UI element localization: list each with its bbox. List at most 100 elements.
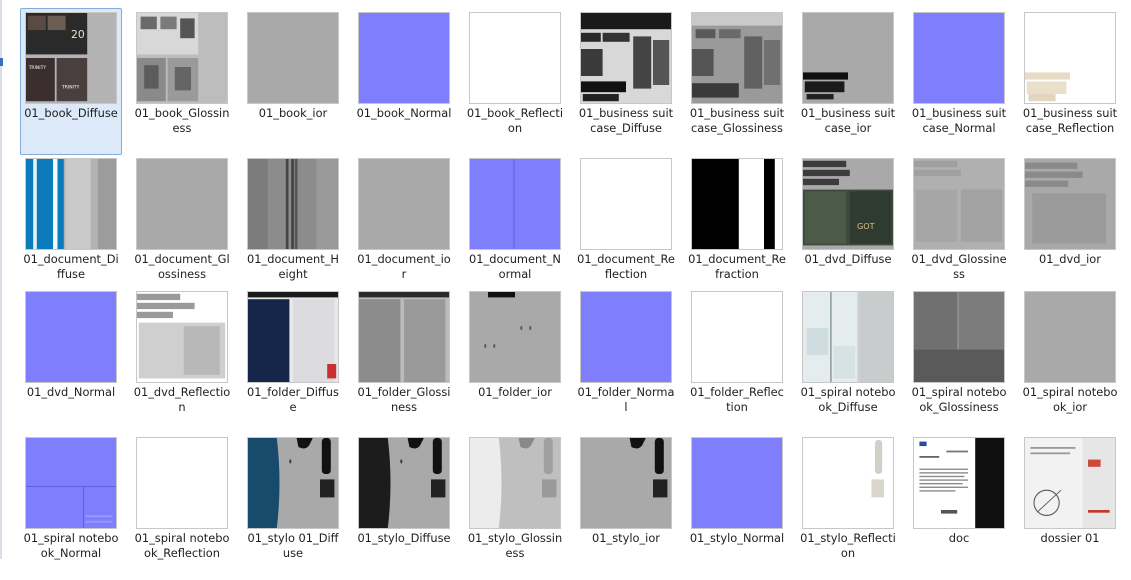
- file-item[interactable]: 01_document_Glossiness: [131, 154, 233, 301]
- book-glossiness-thumbnail-icon: [136, 12, 228, 104]
- file-item[interactable]: 01_spiral notebook_Normal: [20, 433, 122, 580]
- file-item[interactable]: 01_stylo_ior: [575, 433, 677, 580]
- file-name: 01_book_ior: [258, 106, 328, 120]
- file-item[interactable]: doc: [908, 433, 1010, 580]
- file-name: 01_stylo_Normal: [689, 531, 785, 545]
- stylo-reflection-thumbnail-icon: [802, 437, 894, 529]
- file-item[interactable]: 01_folder_ior: [464, 287, 566, 434]
- file-item[interactable]: 01_document_Normal: [464, 154, 566, 301]
- file-item[interactable]: 01_business suitcase_Reflection: [1019, 8, 1121, 155]
- file-item[interactable]: 01_book_Glossiness: [131, 8, 233, 155]
- file-item[interactable]: 01_dvd_ior: [1019, 154, 1121, 301]
- file-item[interactable]: 01_document_ior: [353, 154, 455, 301]
- svg-text:20: 20: [71, 28, 85, 41]
- dvd-glossiness-thumbnail-icon: [913, 158, 1005, 250]
- file-name: 01_stylo_Reflection: [800, 531, 896, 560]
- file-name: 01_book_Normal: [356, 106, 452, 120]
- file-item[interactable]: 01_folder_Reflection: [686, 287, 788, 434]
- normal-map-thumbnail-icon: [913, 12, 1005, 104]
- file-item[interactable]: 01_business suitcase_Normal: [908, 8, 1010, 155]
- file-name: 01_business suitcase_ior: [800, 106, 896, 135]
- file-name: 01_book_Reflection: [466, 106, 564, 135]
- folder-glossiness-thumbnail-icon: [358, 291, 450, 383]
- file-name: 01_dvd_Normal: [26, 385, 116, 399]
- file-name: 01_folder_ior: [478, 385, 552, 399]
- file-item[interactable]: 01_folder_Glossiness: [353, 287, 455, 434]
- letter-document-thumbnail-icon: [913, 437, 1005, 529]
- file-name: 01_document_Diffuse: [23, 252, 119, 281]
- file-item[interactable]: 01_document_Refraction: [686, 154, 788, 301]
- stylo-ior-thumbnail-icon: [580, 437, 672, 529]
- document-normal-thumbnail-icon: [469, 158, 561, 250]
- file-item[interactable]: 01_stylo 01_Diffuse: [242, 433, 344, 580]
- file-name: 01_spiral notebook_Glossiness: [911, 385, 1007, 414]
- file-name: 01_folder_Normal: [577, 385, 675, 414]
- file-name: 01_stylo_Glossiness: [467, 531, 563, 560]
- dvd-reflection-thumbnail-icon: [136, 291, 228, 383]
- file-item[interactable]: 01_spiral notebook_Reflection: [131, 433, 233, 580]
- file-item[interactable]: 01_document_Diffuse: [20, 154, 122, 301]
- left-pane-edge: [0, 0, 2, 559]
- file-item[interactable]: 01_spiral notebook_ior: [1019, 287, 1121, 434]
- file-item[interactable]: 01_dvd_Normal: [20, 287, 122, 434]
- white-map-thumbnail-icon: [691, 291, 783, 383]
- file-name: 01_spiral notebook_Reflection: [134, 531, 230, 560]
- file-name: 01_business suitcase_Reflection: [1022, 106, 1118, 135]
- file-name: 01_stylo_Diffuse: [357, 531, 451, 545]
- file-item[interactable]: 01_stylo_Diffuse: [353, 433, 455, 580]
- file-item[interactable]: 01_business suitcase_ior: [797, 8, 899, 155]
- file-item[interactable]: 01_business suitcase_Glossiness: [686, 8, 788, 155]
- file-name: 01_dvd_ior: [1039, 252, 1101, 266]
- file-item[interactable]: 01_stylo_Reflection: [797, 433, 899, 580]
- file-item[interactable]: 01_stylo_Glossiness: [464, 433, 566, 580]
- file-item[interactable]: 01_folder_Normal: [575, 287, 677, 434]
- suitcase-diffuse-thumbnail-icon: [580, 12, 672, 104]
- normal-map-thumbnail-icon: [25, 291, 117, 383]
- file-item[interactable]: 20 TRINITY TRINITY 01_book_Diffuse: [20, 8, 122, 155]
- file-item[interactable]: 01_spiral notebook_Diffuse: [797, 287, 899, 434]
- left-pane-indicator: [0, 58, 3, 66]
- file-name: 01_book_Diffuse: [24, 106, 118, 120]
- dvd-ior-thumbnail-icon: [1024, 158, 1116, 250]
- file-item[interactable]: 01_book_Normal: [353, 8, 455, 155]
- file-name: dossier 01: [1040, 531, 1100, 545]
- folder-diffuse-thumbnail-icon: [247, 291, 339, 383]
- file-name: 01_document_Refraction: [688, 252, 786, 281]
- dvd-diffuse-thumbnail-icon: GOT: [802, 158, 894, 250]
- file-item[interactable]: 01_document_Reflection: [575, 154, 677, 301]
- gray-map-thumbnail-icon: [1024, 291, 1116, 383]
- notebook-glossiness-thumbnail-icon: [913, 291, 1005, 383]
- file-name: 01_document_Glossiness: [134, 252, 230, 281]
- file-item[interactable]: 01_spiral notebook_Glossiness: [908, 287, 1010, 434]
- gray-map-thumbnail-icon: [358, 158, 450, 250]
- file-item[interactable]: 01_stylo_Normal: [686, 433, 788, 580]
- dossier-thumbnail-icon: [1024, 437, 1116, 529]
- file-item[interactable]: 01_document_Height: [242, 154, 344, 301]
- file-item[interactable]: 01_folder_Diffuse: [242, 287, 344, 434]
- file-name: 01_folder_Glossiness: [357, 385, 451, 414]
- file-name: 01_document_ior: [357, 252, 451, 281]
- file-item[interactable]: GOT 01_dvd_Diffuse: [797, 154, 899, 301]
- normal-map-thumbnail-icon: [691, 437, 783, 529]
- normal-map-thumbnail-icon: [580, 291, 672, 383]
- file-item[interactable]: 01_business suitcase_Diffuse: [575, 8, 677, 155]
- notebook-diffuse-thumbnail-icon: [802, 291, 894, 383]
- file-name: 01_dvd_Reflection: [133, 385, 231, 414]
- suitcase-ior-thumbnail-icon: [802, 12, 894, 104]
- file-item[interactable]: 01_dvd_Glossiness: [908, 154, 1010, 301]
- svg-text:TRINITY: TRINITY: [61, 85, 80, 91]
- file-name: 01_document_Height: [247, 252, 339, 281]
- file-name: 01_book_Glossiness: [134, 106, 230, 135]
- file-name: 01_spiral notebook_Diffuse: [800, 385, 896, 414]
- file-name: 01_folder_Diffuse: [247, 385, 339, 414]
- file-item[interactable]: 01_book_ior: [242, 8, 344, 155]
- suitcase-glossiness-thumbnail-icon: [691, 12, 783, 104]
- file-name: 01_folder_Reflection: [690, 385, 784, 414]
- stylo-glossiness-thumbnail-icon: [469, 437, 561, 529]
- file-item[interactable]: 01_book_Reflection: [464, 8, 566, 155]
- file-name: 01_spiral notebook_Normal: [23, 531, 119, 560]
- file-name: 01_spiral notebook_ior: [1022, 385, 1118, 414]
- book-diffuse-thumbnail-icon: 20 TRINITY TRINITY: [25, 12, 117, 104]
- file-item[interactable]: 01_dvd_Reflection: [131, 287, 233, 434]
- file-item[interactable]: dossier 01: [1019, 433, 1121, 580]
